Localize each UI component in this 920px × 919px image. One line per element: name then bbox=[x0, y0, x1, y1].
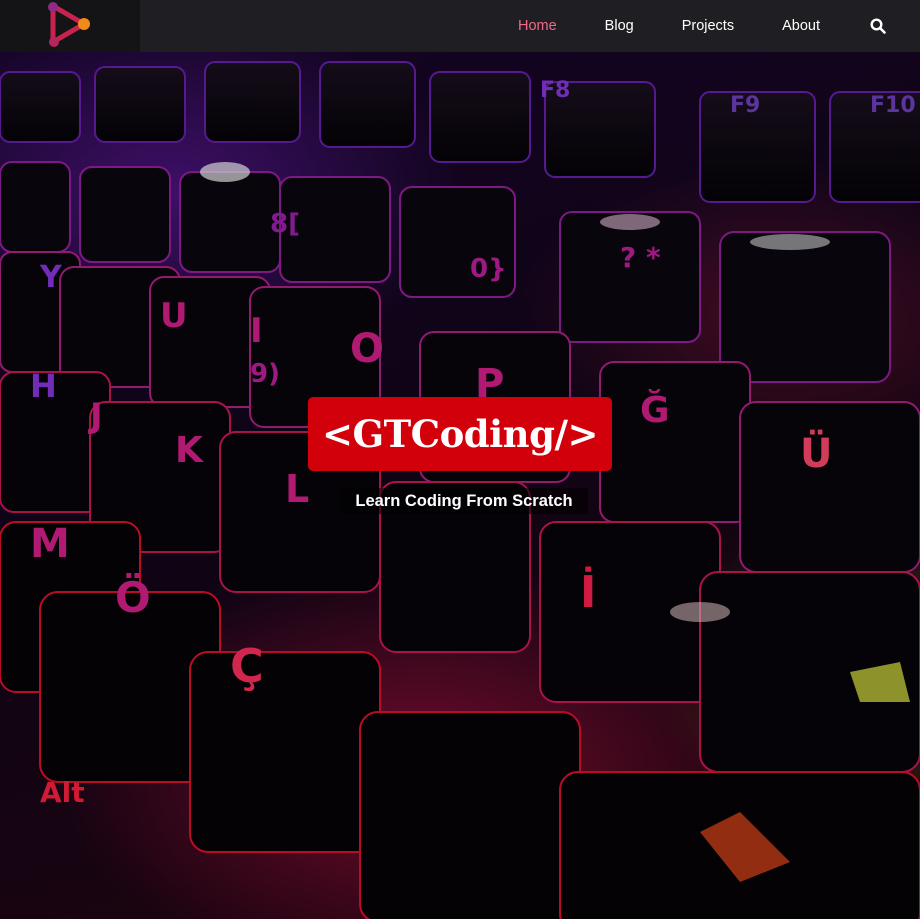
nav-menu: Home Blog Projects About bbox=[518, 0, 920, 52]
nav-blog-link[interactable]: Blog bbox=[605, 18, 634, 34]
search-button[interactable] bbox=[868, 16, 888, 36]
play-triangle-logo-icon bbox=[48, 2, 90, 47]
logo-link[interactable] bbox=[0, 0, 140, 52]
hero-overlay bbox=[0, 52, 920, 919]
nav-about-link[interactable]: About bbox=[782, 18, 820, 34]
hero-title: <GTCoding/> bbox=[322, 412, 598, 456]
hero-title-badge: <GTCoding/> bbox=[308, 397, 612, 471]
top-navbar: Home Blog Projects About bbox=[0, 0, 920, 52]
search-icon bbox=[870, 18, 886, 34]
hero-subtitle-box: Learn Coding From Scratch bbox=[340, 488, 588, 514]
hero-subtitle: Learn Coding From Scratch bbox=[355, 491, 573, 510]
page: Y U I O P Ğ Ü H J K L M Ö Ç İ Alt 9) 0} … bbox=[0, 0, 920, 919]
nav-home-link[interactable]: Home bbox=[518, 18, 557, 34]
hero-background: Y U I O P Ğ Ü H J K L M Ö Ç İ Alt 9) 0} … bbox=[0, 52, 920, 919]
nav-projects-link[interactable]: Projects bbox=[682, 18, 734, 34]
